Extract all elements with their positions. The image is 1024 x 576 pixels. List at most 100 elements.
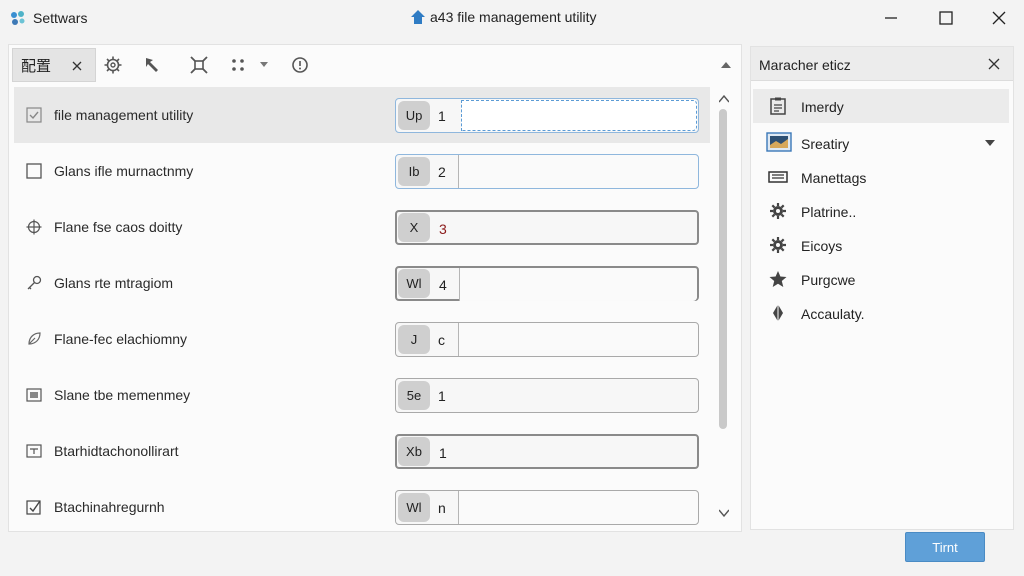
checkbox-checked-icon[interactable] bbox=[26, 107, 42, 123]
value-field[interactable]: Wl 4 bbox=[395, 266, 699, 301]
chevron-down-icon[interactable] bbox=[260, 62, 268, 68]
checkbox-checked-icon[interactable] bbox=[26, 499, 42, 515]
menu-item-label: Purgcwe bbox=[801, 272, 856, 288]
bottom-bar: Tirnt bbox=[0, 532, 1024, 576]
row-label: Glans ifle murnactnmy bbox=[54, 163, 194, 179]
text-input[interactable] bbox=[460, 268, 697, 301]
crosshair-icon bbox=[26, 219, 42, 235]
collapse-up-icon[interactable] bbox=[721, 61, 731, 69]
row-label: file management utility bbox=[54, 107, 194, 123]
text-input[interactable] bbox=[459, 155, 698, 188]
field-badge: Wl bbox=[398, 493, 430, 522]
maximize-icon bbox=[939, 11, 953, 25]
close-window-button[interactable] bbox=[976, 0, 1022, 36]
gear-icon bbox=[770, 203, 786, 219]
side-panel: Maracher eticz Imerdy Sreatiry Manettags bbox=[750, 46, 1014, 530]
list-item[interactable]: Flane fse caos doitty X 3 bbox=[14, 199, 710, 255]
list-item[interactable]: Glans rte mtragiom Wl 4 bbox=[14, 255, 710, 311]
settings-list: file management utility Up 1 Glans ifle … bbox=[14, 87, 710, 531]
menu-item[interactable]: Manettags bbox=[753, 160, 1009, 194]
row-label: Slane tbe memenmey bbox=[54, 387, 191, 403]
expand-icon[interactable] bbox=[189, 55, 209, 75]
app-logo-icon bbox=[11, 11, 25, 25]
keyboard-icon bbox=[768, 171, 788, 183]
field-value: 2 bbox=[438, 164, 446, 180]
text-input[interactable] bbox=[459, 491, 698, 524]
minimize-icon bbox=[885, 17, 897, 19]
minus-box-icon bbox=[26, 444, 42, 458]
menu-item-label: Eicoys bbox=[801, 238, 843, 254]
value-field[interactable]: Ib 2 bbox=[395, 154, 699, 189]
side-panel-title: Maracher eticz bbox=[759, 57, 851, 73]
menu-item[interactable]: Imerdy bbox=[753, 89, 1009, 123]
checkbox-icon[interactable] bbox=[26, 163, 42, 179]
side-panel-header: Maracher eticz bbox=[751, 47, 1013, 81]
row-label: Glans rte mtragiom bbox=[54, 275, 174, 291]
menu-item[interactable]: Accaulaty. bbox=[753, 296, 1009, 330]
tab-label: 配置 bbox=[21, 56, 52, 75]
close-icon[interactable] bbox=[987, 57, 1001, 71]
scroll-down-icon[interactable] bbox=[719, 509, 729, 517]
menu-item[interactable]: Eicoys bbox=[753, 228, 1009, 262]
menu-item[interactable]: Purgcwe bbox=[753, 262, 1009, 296]
list-item[interactable]: file management utility Up 1 bbox=[14, 87, 710, 143]
field-badge: Ib bbox=[398, 157, 430, 186]
menu-item-label: Accaulaty. bbox=[801, 306, 865, 322]
field-value: 1 bbox=[438, 388, 446, 404]
value-field[interactable]: Up 1 bbox=[395, 98, 699, 133]
list-item[interactable]: Flane-fec elachiomny J c bbox=[14, 311, 710, 367]
value-field[interactable]: J c bbox=[395, 322, 699, 357]
help-icon[interactable] bbox=[290, 55, 310, 75]
gear-icon bbox=[770, 237, 786, 253]
field-badge: J bbox=[398, 325, 430, 354]
leaf-icon bbox=[28, 332, 41, 345]
menu-item-label: Platrine.. bbox=[801, 204, 857, 220]
menu-item-label: Sreatiry bbox=[801, 136, 850, 152]
window-title: a43 file management utility bbox=[430, 9, 597, 25]
list-item[interactable]: Btachinahregurnh Wl n bbox=[14, 479, 710, 531]
window-icon bbox=[26, 388, 42, 402]
field-value: 3 bbox=[439, 221, 447, 237]
minimize-button[interactable] bbox=[868, 0, 914, 36]
settings-panel: 配置 file management utility Up 1 Glans if… bbox=[8, 44, 742, 532]
tab-close-icon[interactable] bbox=[69, 58, 85, 74]
key-icon bbox=[27, 275, 42, 290]
vertical-scrollbar[interactable] bbox=[713, 87, 735, 529]
field-value: c bbox=[438, 332, 445, 348]
star-icon bbox=[769, 271, 787, 287]
pointer-icon[interactable] bbox=[143, 55, 163, 75]
clipboard-icon bbox=[770, 97, 786, 115]
menu-item[interactable]: Platrine.. bbox=[753, 194, 1009, 228]
list-item[interactable]: Glans ifle murnactnmy Ib 2 bbox=[14, 143, 710, 199]
app-name: Settwars bbox=[33, 10, 88, 26]
field-badge: Up bbox=[398, 101, 430, 130]
value-field[interactable]: Wl n bbox=[395, 490, 699, 525]
text-input[interactable] bbox=[459, 323, 698, 356]
value-field[interactable]: Xb 1 bbox=[395, 434, 699, 469]
menu-item-label: Manettags bbox=[801, 170, 867, 186]
scroll-up-icon[interactable] bbox=[719, 95, 729, 103]
list-item[interactable]: Btarhidtachonollirart Xb 1 bbox=[14, 423, 710, 479]
monitor-icon bbox=[766, 132, 792, 152]
grid-dots-icon[interactable] bbox=[229, 55, 249, 75]
toolbar: 配置 bbox=[9, 45, 741, 85]
close-icon bbox=[992, 11, 1006, 25]
title-bar: Settwars a43 file management utility bbox=[0, 0, 1024, 36]
gear-icon[interactable] bbox=[103, 55, 123, 75]
list-item[interactable]: Slane tbe memenmey 5e 1 bbox=[14, 367, 710, 423]
value-field[interactable]: 5e 1 bbox=[395, 378, 699, 413]
field-value: 1 bbox=[439, 445, 447, 461]
chevron-down-icon[interactable] bbox=[985, 140, 995, 147]
tab-config[interactable]: 配置 bbox=[12, 48, 96, 82]
row-label: Flane-fec elachiomny bbox=[54, 331, 188, 347]
maximize-button[interactable] bbox=[923, 0, 969, 36]
menu-item[interactable]: Sreatiry bbox=[753, 126, 1009, 160]
menu-item-label: Imerdy bbox=[801, 99, 844, 115]
primary-button[interactable]: Tirnt bbox=[905, 532, 985, 562]
home-icon bbox=[411, 10, 425, 24]
scrollbar-thumb[interactable] bbox=[719, 109, 727, 429]
text-input[interactable] bbox=[461, 100, 697, 131]
value-field[interactable]: X 3 bbox=[395, 210, 699, 245]
field-badge: 5e bbox=[398, 381, 430, 410]
field-value: 1 bbox=[438, 108, 446, 124]
